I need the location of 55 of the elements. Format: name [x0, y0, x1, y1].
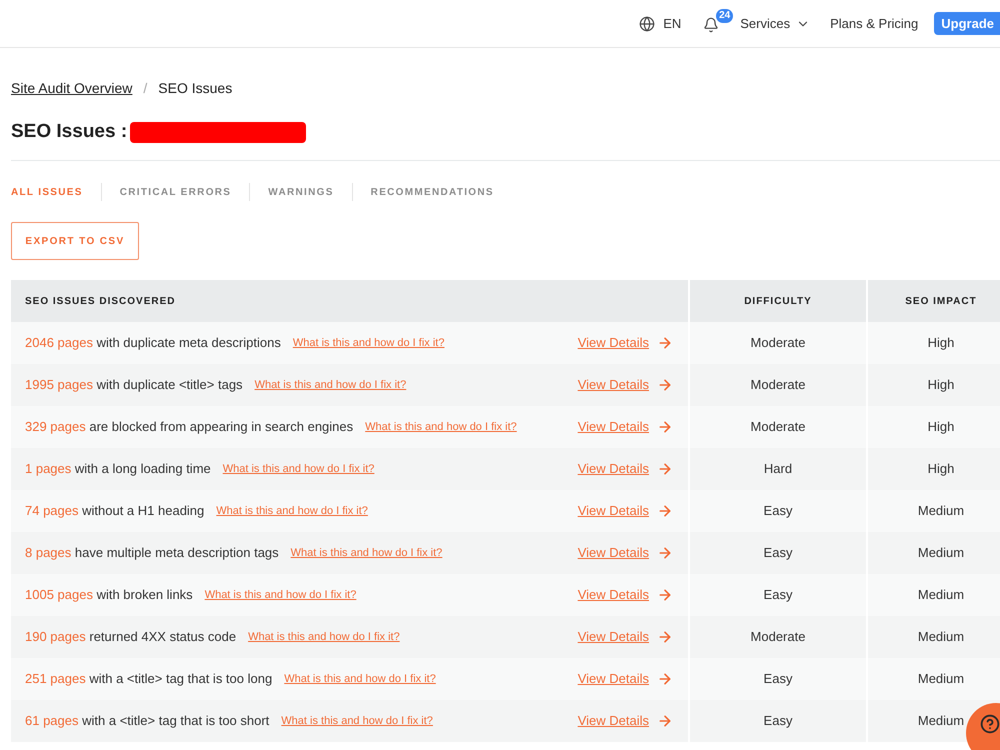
issue-text: 8 pages have multiple meta description tags [25, 544, 279, 562]
notifications-button[interactable]: 24 [703, 8, 734, 32]
language-button[interactable]: EN [639, 14, 682, 34]
view-details-link[interactable]: View Details [578, 627, 673, 647]
help-link[interactable]: What is this and how do I fix it? [284, 670, 436, 688]
filter-tab[interactable]: ALL ISSUES [11, 184, 83, 200]
export-csv-button[interactable]: EXPORT TO CSV [11, 222, 139, 260]
arrow-right-icon [657, 713, 673, 729]
arrow-right-icon [657, 587, 673, 603]
filter-tab[interactable]: RECOMMENDATIONS [370, 184, 494, 200]
view-details-link[interactable]: View Details [578, 501, 673, 521]
view-details-link[interactable]: View Details [578, 669, 673, 689]
help-link[interactable]: What is this and how do I fix it? [281, 712, 433, 730]
breadcrumb-link[interactable]: Site Audit Overview [11, 78, 132, 98]
filter-tab[interactable]: CRITICAL ERRORS [120, 184, 232, 200]
view-details-link[interactable]: View Details [578, 459, 673, 479]
question-icon [980, 714, 1000, 734]
view-details-link[interactable]: View Details [578, 711, 673, 731]
help-link[interactable]: What is this and how do I fix it? [222, 460, 374, 478]
breadcrumb-current: SEO Issues [158, 78, 232, 98]
help-link[interactable]: What is this and how do I fix it? [292, 334, 444, 352]
issue-text: 2046 pages with duplicate meta descriptions [25, 334, 281, 352]
view-details-link[interactable]: View Details [578, 333, 673, 353]
issue-text: 251 pages with a <title> tag that is too long [25, 670, 272, 688]
help-link[interactable]: What is this and how do I fix it? [204, 586, 356, 604]
page-title: SEO Issues : [11, 120, 128, 144]
arrow-right-icon [657, 629, 673, 645]
arrow-right-icon [657, 545, 673, 561]
column-header: SEO ISSUES DISCOVERED [24, 294, 176, 308]
bell-icon [703, 16, 720, 32]
help-link[interactable]: What is this and how do I fix it? [216, 502, 368, 520]
issue-text: 74 pages without a H1 heading [25, 502, 204, 520]
issue-text: 190 pages returned 4XX status code [25, 628, 236, 646]
filter-tab[interactable]: WARNINGS [268, 184, 334, 200]
issue-text: 1 pages with a long loading time [25, 460, 211, 478]
help-link[interactable]: What is this and how do I fix it? [290, 544, 442, 562]
breadcrumb-separator: / [143, 78, 148, 98]
help-link[interactable]: What is this and how do I fix it? [254, 376, 406, 394]
plans-pricing-link[interactable]: Plans & Pricing [830, 14, 918, 34]
upgrade-button[interactable]: Upgrade [934, 12, 1000, 35]
help-link[interactable]: What is this and how do I fix it? [365, 418, 517, 436]
view-details-link[interactable]: View Details [578, 543, 673, 563]
arrow-right-icon [657, 671, 673, 687]
difficulty-cell: Easy [688, 700, 866, 742]
globe-icon [639, 16, 656, 32]
issue-text: 329 pages are blocked from appearing in search engines [25, 418, 354, 436]
notification-badge: 24 [716, 8, 734, 22]
issue-text: 61 pages with a <title> tag that is too short [25, 712, 270, 730]
view-details-link[interactable]: View Details [578, 585, 673, 605]
issue-text: 1995 pages with duplicate <title> tags [25, 376, 243, 394]
services-menu[interactable]: Services [740, 14, 810, 34]
issue-text: 1005 pages with broken links [25, 586, 193, 604]
view-details-link[interactable]: View Details [578, 375, 673, 395]
help-link[interactable]: What is this and how do I fix it? [248, 628, 400, 646]
view-details-link[interactable]: View Details [578, 417, 673, 437]
